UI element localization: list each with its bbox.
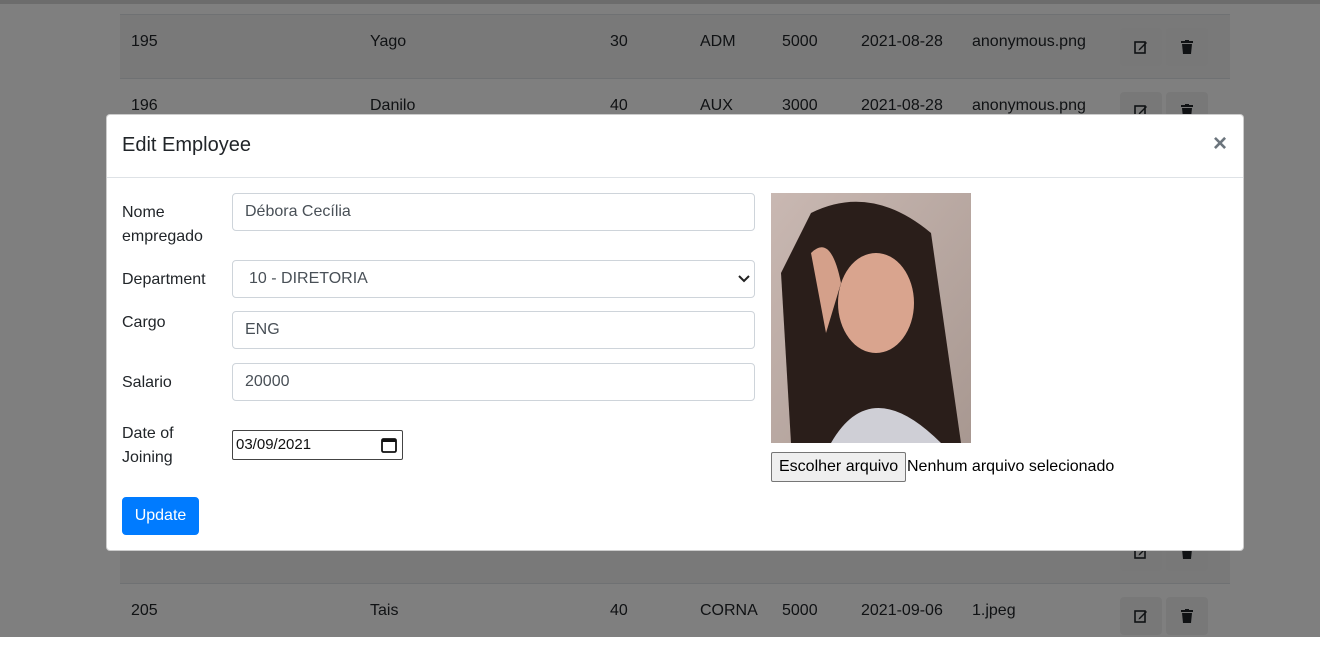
- modal-header: Edit Employee ×: [107, 115, 1243, 178]
- department-selected: 10 - DIRETORIA: [249, 270, 368, 287]
- name-label: Nome empregado: [122, 204, 203, 245]
- date-label: Date of Joining: [122, 425, 174, 466]
- salario-input[interactable]: 20000: [232, 363, 755, 401]
- calendar-icon[interactable]: [381, 437, 397, 453]
- edit-employee-modal: Edit Employee × Nome empregado Débora Ce…: [106, 114, 1244, 551]
- close-button[interactable]: ×: [1213, 131, 1227, 157]
- name-input[interactable]: Débora Cecília: [232, 193, 755, 231]
- department-select[interactable]: 10 - DIRETORIA: [232, 260, 755, 298]
- employee-photo: [771, 193, 971, 443]
- department-label: Department: [122, 271, 206, 288]
- modal-title: Edit Employee: [122, 134, 251, 156]
- cargo-input[interactable]: ENG: [232, 311, 755, 349]
- file-status: Nenhum arquivo selecionado: [907, 458, 1115, 475]
- choose-file-button[interactable]: Escolher arquivo: [771, 452, 907, 482]
- chevron-down-icon: [738, 275, 750, 283]
- update-button[interactable]: Update: [122, 497, 199, 535]
- salario-label: Salario: [122, 374, 172, 391]
- date-value: 03/09/2021: [236, 436, 312, 453]
- date-input[interactable]: 03/09/2021: [232, 430, 403, 460]
- cargo-label: Cargo: [122, 314, 166, 331]
